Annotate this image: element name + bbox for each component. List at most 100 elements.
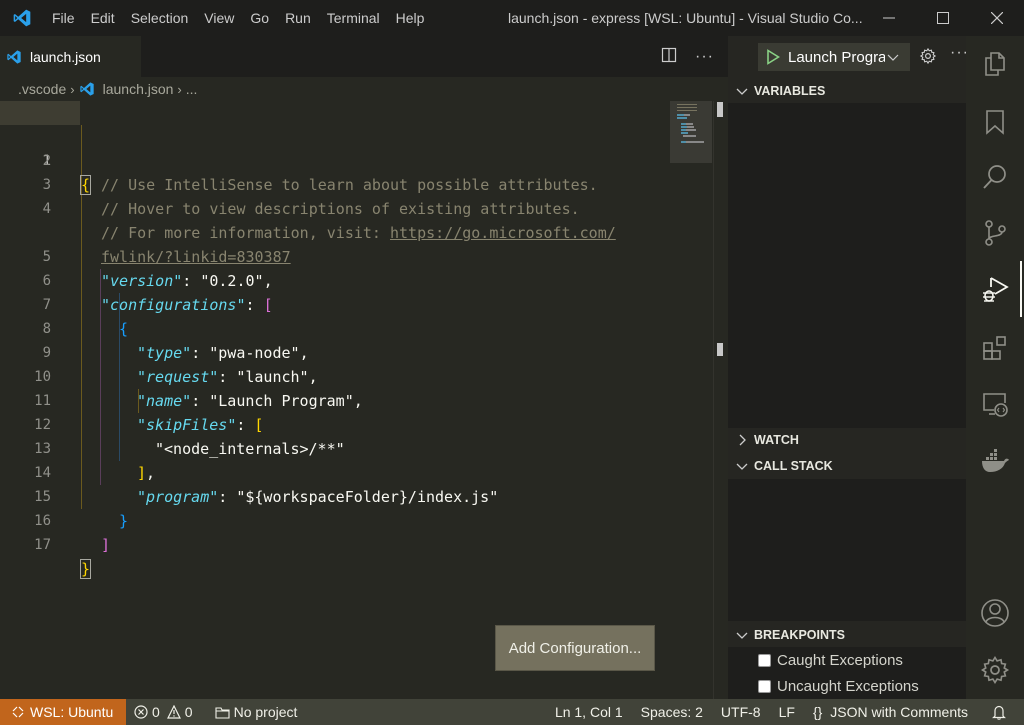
- bookmark-icon: [986, 110, 1004, 135]
- code-line: 17 }: [0, 509, 670, 579]
- minimap[interactable]: [670, 101, 712, 163]
- menu-selection[interactable]: Selection: [123, 0, 197, 36]
- menu-help[interactable]: Help: [388, 0, 433, 36]
- breakpoint-checkbox[interactable]: [758, 679, 771, 693]
- more-icon: ···: [695, 47, 714, 65]
- activity-extensions[interactable]: [966, 323, 1024, 373]
- breadcrumb-symbol[interactable]: ...: [186, 81, 198, 97]
- overview-ruler-mark: [717, 343, 723, 356]
- activity-explorer[interactable]: [966, 39, 1024, 89]
- launch-config-dropdown[interactable]: Launch Program: [758, 43, 910, 71]
- chevron-down-icon: [736, 632, 748, 639]
- project-indicator[interactable]: No project: [207, 699, 306, 725]
- indentation[interactable]: Spaces: 2: [633, 699, 713, 725]
- activity-run-and-debug[interactable]: [966, 264, 1024, 314]
- vscode-file-icon: [79, 82, 94, 96]
- code-line: 2 // Use IntelliSense to learn about pos…: [0, 125, 670, 194]
- language-mode[interactable]: {} JSON with Comments: [805, 699, 984, 725]
- code-text: ]: [101, 536, 111, 554]
- add-configuration-button[interactable]: Add Configuration...: [495, 625, 655, 671]
- activity-bookmarks[interactable]: [966, 97, 1024, 147]
- chevron-right-icon: ›: [177, 81, 182, 97]
- breadcrumb-folder[interactable]: .vscode: [18, 81, 66, 97]
- warning-icon: [166, 705, 181, 719]
- code-line: 14 "program": "${workspaceFolder}/index.…: [0, 437, 670, 506]
- section-watch-header[interactable]: WATCH: [728, 428, 966, 452]
- open-launch-json-button[interactable]: [919, 47, 937, 68]
- section-breakpoints-header[interactable]: BREAKPOINTS: [728, 623, 966, 647]
- code-line: 13 ],: [0, 413, 670, 482]
- bell-icon: [992, 705, 1006, 720]
- menu-go[interactable]: Go: [242, 0, 277, 36]
- code-editor[interactable]: 1 { 2 // Use IntelliSense to learn about…: [0, 101, 728, 699]
- problems-indicator[interactable]: 0 0: [126, 699, 201, 725]
- code-line: 12 "<node_internals>/**": [0, 389, 670, 458]
- active-indicator: [1020, 261, 1022, 317]
- menu-view[interactable]: View: [196, 0, 242, 36]
- docker-icon: [982, 449, 1009, 472]
- code-line: 4 // For more information, visit: https:…: [0, 173, 670, 242]
- files-icon: [985, 52, 1005, 76]
- minimize-icon: [883, 17, 895, 19]
- activity-docker[interactable]: [966, 436, 1024, 486]
- variables-view: [728, 103, 966, 428]
- gear-icon: [919, 47, 937, 65]
- chevron-down-icon: [887, 54, 899, 61]
- close-icon: [991, 12, 1003, 24]
- editor-tabs: launch.json ···: [0, 36, 728, 77]
- menu-bar: File Edit Selection View Go Run Terminal…: [44, 0, 432, 36]
- minimap-preview: [677, 104, 704, 143]
- section-variables-header[interactable]: VARIABLES: [728, 79, 966, 103]
- scrollbar-thumb[interactable]: [717, 102, 723, 117]
- maximize-button[interactable]: [916, 0, 970, 36]
- remote-indicator[interactable]: WSL: Ubuntu: [0, 699, 126, 725]
- menu-file[interactable]: File: [44, 0, 83, 36]
- close-button[interactable]: [970, 0, 1024, 36]
- section-title: VARIABLES: [754, 84, 826, 98]
- minimize-button[interactable]: [862, 0, 916, 36]
- cursor-position[interactable]: Ln 1, Col 1: [547, 699, 633, 725]
- section-call-stack-header[interactable]: CALL STACK: [728, 454, 966, 478]
- encoding[interactable]: UTF-8: [713, 699, 771, 725]
- activity-remote-explorer[interactable]: [966, 379, 1024, 429]
- chevron-down-icon: [736, 463, 748, 470]
- breakpoint-item[interactable]: Caught Exceptions: [758, 647, 903, 673]
- editor-scrollbar[interactable]: [713, 101, 728, 699]
- menu-run[interactable]: Run: [277, 0, 319, 36]
- title-bar: File Edit Selection View Go Run Terminal…: [0, 0, 1024, 36]
- activity-manage[interactable]: [966, 645, 1024, 695]
- remote-icon: [12, 706, 24, 718]
- code-line: 16 ]: [0, 485, 670, 554]
- activity-accounts[interactable]: [966, 588, 1024, 638]
- chevron-right-icon: ›: [70, 81, 75, 97]
- code-text: }: [79, 559, 92, 579]
- code-line: 7 {: [0, 269, 670, 338]
- split-editor-button[interactable]: [661, 47, 677, 66]
- breadcrumb-file[interactable]: launch.json: [103, 81, 174, 97]
- more-actions-button[interactable]: ···: [695, 48, 714, 66]
- tab-label: launch.json: [30, 48, 101, 65]
- menu-edit[interactable]: Edit: [83, 0, 123, 36]
- code-line: 9 "request": "launch",: [0, 317, 670, 386]
- breakpoint-item[interactable]: Uncaught Exceptions: [758, 673, 919, 699]
- run-and-debug-panel: Launch Program ··· VARIABLES WATCH CALL …: [728, 36, 968, 699]
- notifications-button[interactable]: [984, 699, 1024, 725]
- maximize-icon: [937, 12, 949, 24]
- code-line: 3 // Hover to view descriptions of exist…: [0, 149, 670, 218]
- breadcrumb: .vscode › launch.json › ...: [0, 77, 728, 101]
- menu-terminal[interactable]: Terminal: [319, 0, 388, 36]
- breakpoint-checkbox[interactable]: [758, 653, 771, 667]
- code-line: 5 "version": "0.2.0",: [0, 221, 670, 290]
- play-icon[interactable]: [766, 49, 780, 65]
- run-debug-icon: [983, 277, 1009, 302]
- remote-explorer-icon: [983, 393, 1008, 417]
- activity-search[interactable]: [966, 152, 1024, 202]
- activity-source-control[interactable]: [966, 208, 1024, 258]
- code-line: fwlink/?linkid=830387: [0, 197, 670, 266]
- status-bar: WSL: Ubuntu 0 0 No project Ln 1, Col 1 S…: [0, 699, 1024, 725]
- end-of-line[interactable]: LF: [771, 699, 805, 725]
- code-line: 15 }: [0, 461, 670, 530]
- tab-launch-json[interactable]: launch.json: [0, 36, 141, 77]
- window-controls: [862, 0, 1024, 36]
- error-icon: [134, 705, 148, 719]
